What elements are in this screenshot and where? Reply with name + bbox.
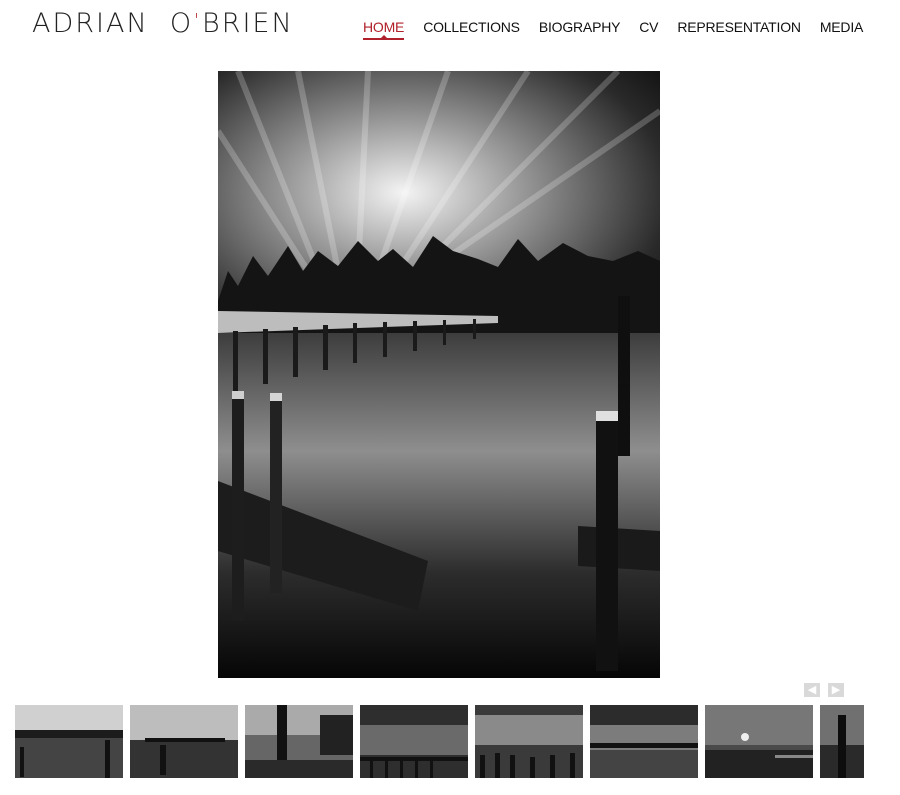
- thumbnail[interactable]: [820, 705, 864, 778]
- nav-representation[interactable]: REPRESENTATION: [677, 19, 801, 39]
- featured-photo[interactable]: [218, 71, 660, 678]
- nav-cv[interactable]: CV: [639, 19, 658, 39]
- logo-apostrophe: ': [194, 10, 202, 31]
- thumbnail[interactable]: [590, 705, 698, 778]
- thumbnail[interactable]: [15, 705, 123, 778]
- main-nav: HOME COLLECTIONS BIOGRAPHY CV REPRESENTA…: [363, 19, 864, 40]
- nav-biography[interactable]: BIOGRAPHY: [539, 19, 621, 39]
- nav-collections[interactable]: COLLECTIONS: [423, 19, 520, 39]
- nav-media[interactable]: MEDIA: [820, 19, 864, 39]
- logo-first-name: ADRIAN: [32, 8, 149, 39]
- chevron-left-icon[interactable]: ◀: [804, 683, 820, 697]
- thumbnail[interactable]: [475, 705, 583, 778]
- thumbnail[interactable]: [130, 705, 238, 778]
- gallery-pager: ◀ ▶: [804, 683, 844, 697]
- thumbnail[interactable]: [245, 705, 353, 778]
- thumbnail[interactable]: [360, 705, 468, 778]
- chevron-right-icon[interactable]: ▶: [828, 683, 844, 697]
- nav-home[interactable]: HOME: [363, 19, 405, 40]
- featured-photo-image: [218, 71, 660, 678]
- thumbnail[interactable]: [705, 705, 813, 778]
- thumbnail-strip: [15, 705, 864, 778]
- site-logo[interactable]: ADRIAN O'BRIEN: [32, 8, 294, 39]
